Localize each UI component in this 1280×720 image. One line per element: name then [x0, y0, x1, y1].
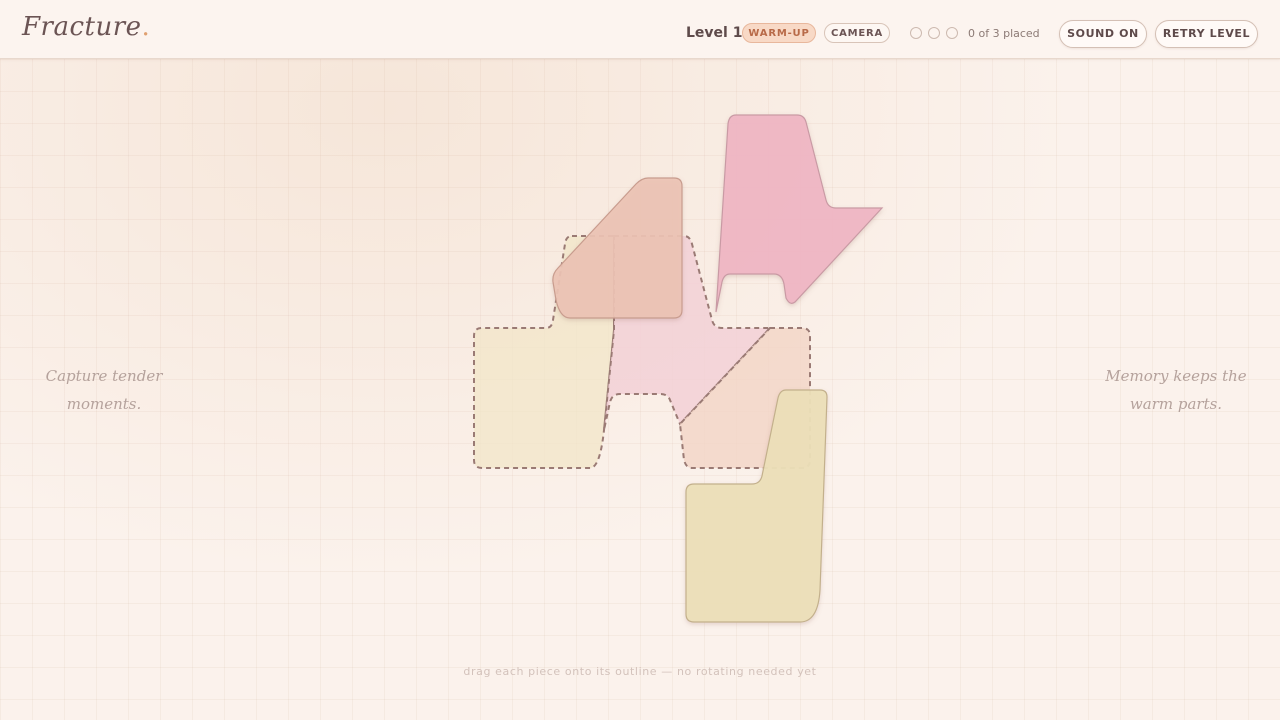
pink-piece[interactable] — [715, 114, 884, 313]
puzzle-board — [473, 114, 884, 623]
instruction-hint: drag each piece onto its outline — no ro… — [463, 665, 817, 678]
